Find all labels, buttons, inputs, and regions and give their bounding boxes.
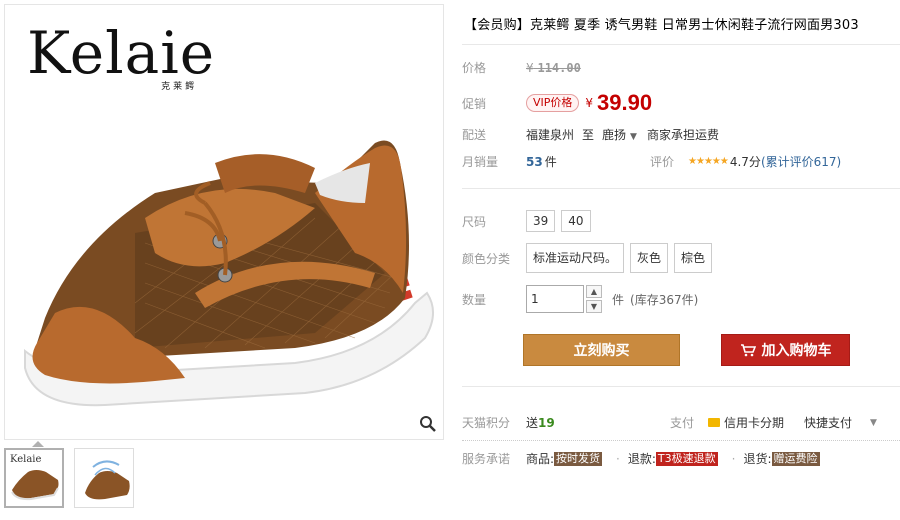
ship-to-select[interactable]: 鹿扬 ▼	[602, 126, 641, 143]
rating-score: 4.7分	[729, 155, 761, 169]
thumb-shoe-image-2	[85, 460, 130, 500]
main-product-image[interactable]: Kelaie 克莱鳄	[4, 4, 444, 440]
service-prefix: 退货:	[743, 452, 772, 466]
points-divider	[462, 440, 900, 441]
chevron-down-icon[interactable]: ▼	[870, 418, 877, 428]
color-option-gray[interactable]: 灰色	[630, 243, 669, 273]
service-tag: 按时发货	[554, 451, 603, 466]
increase-icon[interactable]: ▲	[586, 285, 602, 298]
size-label: 尺码	[462, 214, 487, 229]
product-detail-panel: 【会员购】克莱鳄 夏季 诱气男鞋 日常男士休闲鞋子流行网面男303 价格 ¥ 1…	[462, 0, 900, 520]
thumb-shoe-image	[11, 470, 59, 501]
original-price-value: 114.00	[537, 60, 581, 75]
price-section-divider	[462, 188, 900, 189]
chevron-down-icon: ▼	[630, 132, 637, 142]
monthly-sales-count: 53	[526, 154, 543, 169]
stock-count: (库存367件)	[630, 292, 699, 307]
thumbnail-1[interactable]: Kelaie	[4, 448, 64, 508]
price-row: 价格 ¥ 114.00	[462, 59, 581, 76]
points-number: 19	[538, 416, 555, 430]
thumbnail-strip: Kelaie	[4, 448, 134, 508]
service-item-return[interactable]: 退货: 赠运费险	[743, 450, 820, 467]
zoom-icon[interactable]	[419, 415, 437, 433]
service-tag: 赠运费险	[771, 451, 820, 466]
vip-price-badge: VIP价格	[526, 94, 580, 112]
shipping-label: 配送	[462, 128, 487, 142]
shoe-image	[24, 140, 434, 407]
quantity-label: 数量	[462, 292, 487, 307]
buy-now-button[interactable]: 立刻购买	[523, 334, 680, 366]
original-price: ¥ 114.00	[526, 61, 581, 75]
size-row: 尺码 39 40	[462, 210, 597, 232]
payment-options: 支付 信用卡分期 快捷支付 ▼	[670, 414, 877, 431]
monthly-sales-unit: 件	[544, 155, 557, 169]
promo-currency: ¥	[585, 96, 594, 110]
service-promises: 商品: 按时发货 · 退款: T3极速退款 · 退货: 赠运费险	[526, 450, 834, 467]
service-prefix: 退款:	[627, 452, 656, 466]
ship-from: 福建泉州	[526, 128, 575, 142]
service-prefix: 商品:	[526, 452, 555, 466]
buy-now-label: 立刻购买	[573, 343, 630, 359]
price-label: 价格	[462, 61, 487, 75]
sales-row: 月销量 53 件	[462, 153, 557, 170]
review-count-link[interactable]: (累计评价617)	[761, 153, 841, 170]
add-to-cart-button[interactable]: 加入购物车	[721, 334, 850, 366]
brand-logo: Kelaie 克莱鳄	[27, 23, 215, 92]
service-item-refund[interactable]: 退款: T3极速退款	[628, 450, 718, 467]
shipping-note: 商家承担运费	[646, 128, 719, 142]
thumbnail-2[interactable]	[74, 448, 134, 508]
rating-label: 评价	[650, 155, 675, 169]
quantity-input[interactable]: 1	[526, 285, 584, 313]
cart-icon	[740, 344, 756, 357]
color-row: 颜色分类 标准运动尺码。 灰色 棕色	[462, 243, 718, 273]
color-label: 颜色分类	[462, 251, 511, 266]
thumb-active-pointer	[32, 441, 44, 447]
size-option-40[interactable]: 40	[561, 210, 591, 232]
color-option-standard[interactable]: 标准运动尺码。	[526, 243, 625, 273]
service-item-shipping[interactable]: 商品: 按时发货	[526, 450, 603, 467]
separator-dot: ·	[731, 451, 736, 466]
promo-price: 39.90	[597, 90, 653, 115]
points-row: 天猫积分 送19	[462, 414, 555, 431]
product-title: 【会员购】克莱鳄 夏季 诱气男鞋 日常男士休闲鞋子流行网面男303	[464, 18, 859, 33]
rating-stars: ★★★★★	[688, 156, 729, 167]
quantity-stepper[interactable]: ▲ ▼	[586, 285, 602, 313]
ship-to-label: 至	[582, 128, 595, 142]
promo-label: 促销	[462, 96, 487, 111]
points-prefix: 送	[526, 416, 539, 430]
rating: 评价 ★★★★★ 4.7分 (累计评价617)	[650, 153, 841, 170]
service-row: 服务承诺 商品: 按时发货 · 退款: T3极速退款 · 退货: 赠运费险	[462, 450, 834, 467]
quantity-unit: 件	[612, 292, 625, 307]
service-tag: T3极速退款	[655, 451, 718, 466]
quantity-row: 数量 1 ▲ ▼ 件 (库存367件)	[462, 285, 698, 313]
decrease-icon[interactable]: ▼	[586, 300, 602, 313]
credit-card-icon	[708, 418, 721, 427]
brand-logo-word: Kelaie	[27, 19, 216, 87]
service-label: 服务承诺	[462, 452, 511, 466]
ship-to-value: 鹿扬	[602, 128, 627, 142]
add-to-cart-label: 加入购物车	[761, 343, 832, 359]
quick-pay-link[interactable]: 快捷支付	[804, 414, 852, 431]
separator-dot: ·	[616, 451, 620, 466]
action-divider	[462, 386, 900, 387]
credit-installment-link[interactable]: 信用卡分期	[724, 414, 784, 431]
title-divider	[462, 44, 900, 45]
points-label: 天猫积分	[462, 416, 511, 430]
original-price-currency: ¥	[526, 60, 534, 75]
shipping-row: 配送 福建泉州 至 鹿扬 ▼ 商家承担运费	[462, 126, 719, 143]
promo-row: 促销 VIP价格 ¥ 39.90	[462, 90, 652, 116]
monthly-sales-label: 月销量	[462, 155, 499, 169]
size-option-39[interactable]: 39	[526, 210, 556, 232]
points-value: 送19	[526, 414, 555, 431]
product-gallery: Kelaie 克莱鳄 Kelaie	[0, 0, 445, 520]
payment-label: 支付	[670, 416, 695, 430]
color-option-brown[interactable]: 棕色	[674, 243, 713, 273]
